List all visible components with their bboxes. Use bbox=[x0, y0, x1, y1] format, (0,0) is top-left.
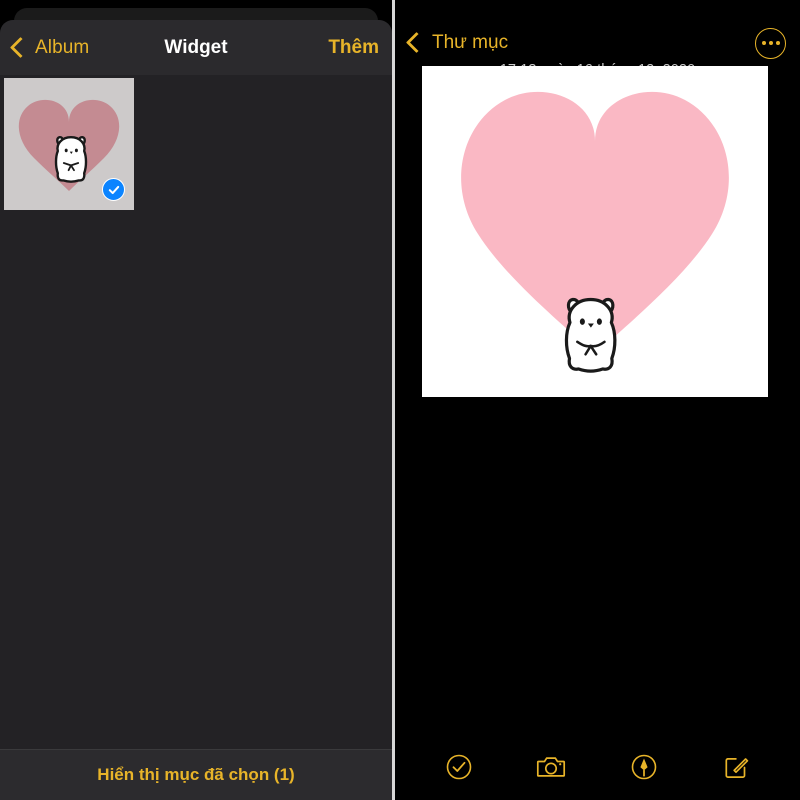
add-button[interactable]: Thêm bbox=[328, 37, 379, 59]
ellipsis-dot bbox=[775, 41, 780, 45]
markup-pen-circle-icon[interactable] bbox=[626, 749, 662, 785]
viewer-navigation-bar: Thư mục bbox=[395, 22, 800, 64]
more-ellipsis-circle-icon[interactable] bbox=[755, 27, 786, 59]
camera-glyph bbox=[537, 757, 566, 777]
markup-pen-glyph bbox=[631, 754, 656, 780]
chevron-left-icon bbox=[405, 31, 428, 54]
camera-icon[interactable] bbox=[533, 749, 569, 785]
compose-edit-glyph bbox=[725, 758, 749, 778]
show-selected-bar[interactable]: Hiển thị mục đã chọn (1) bbox=[0, 749, 392, 800]
back-button-folder[interactable]: Thư mục bbox=[405, 31, 509, 54]
show-selected-label: Hiển thị mục đã chọn (1) bbox=[97, 765, 295, 784]
photo-viewer-panel: Thư mục 17:13 ngày 16 tháng 12, 2020 bbox=[395, 0, 800, 800]
chevron-left-icon bbox=[9, 36, 32, 58]
compose-edit-icon[interactable] bbox=[718, 749, 754, 785]
widget-picker-panel: Album Widget Thêm Hiển thị mục đã chọn (… bbox=[0, 0, 392, 800]
back-button-label: Thư mục bbox=[432, 32, 509, 53]
ellipsis-dot bbox=[761, 41, 766, 45]
thumbnail-item[interactable] bbox=[4, 78, 134, 210]
dual-screenshot-composite: Album Widget Thêm Hiển thị mục đã chọn (… bbox=[0, 0, 800, 800]
back-button-label: Album bbox=[35, 36, 90, 58]
checkmark-glyph bbox=[108, 185, 119, 194]
thumbnail-grid bbox=[0, 78, 392, 750]
navigation-bar: Album Widget Thêm bbox=[0, 20, 392, 75]
checkmark-circle-icon[interactable] bbox=[441, 749, 477, 785]
heart-bear-photo-svg bbox=[422, 66, 768, 397]
checkmark-circle-glyph bbox=[446, 754, 472, 780]
photo-preview[interactable] bbox=[422, 66, 768, 397]
checkmark-circle-icon bbox=[102, 178, 125, 201]
modal-sheet: Album Widget Thêm Hiển thị mục đã chọn (… bbox=[0, 20, 392, 800]
back-button-album[interactable]: Album bbox=[9, 36, 90, 59]
ellipsis-dot bbox=[768, 41, 773, 45]
viewer-toolbar bbox=[395, 744, 800, 790]
